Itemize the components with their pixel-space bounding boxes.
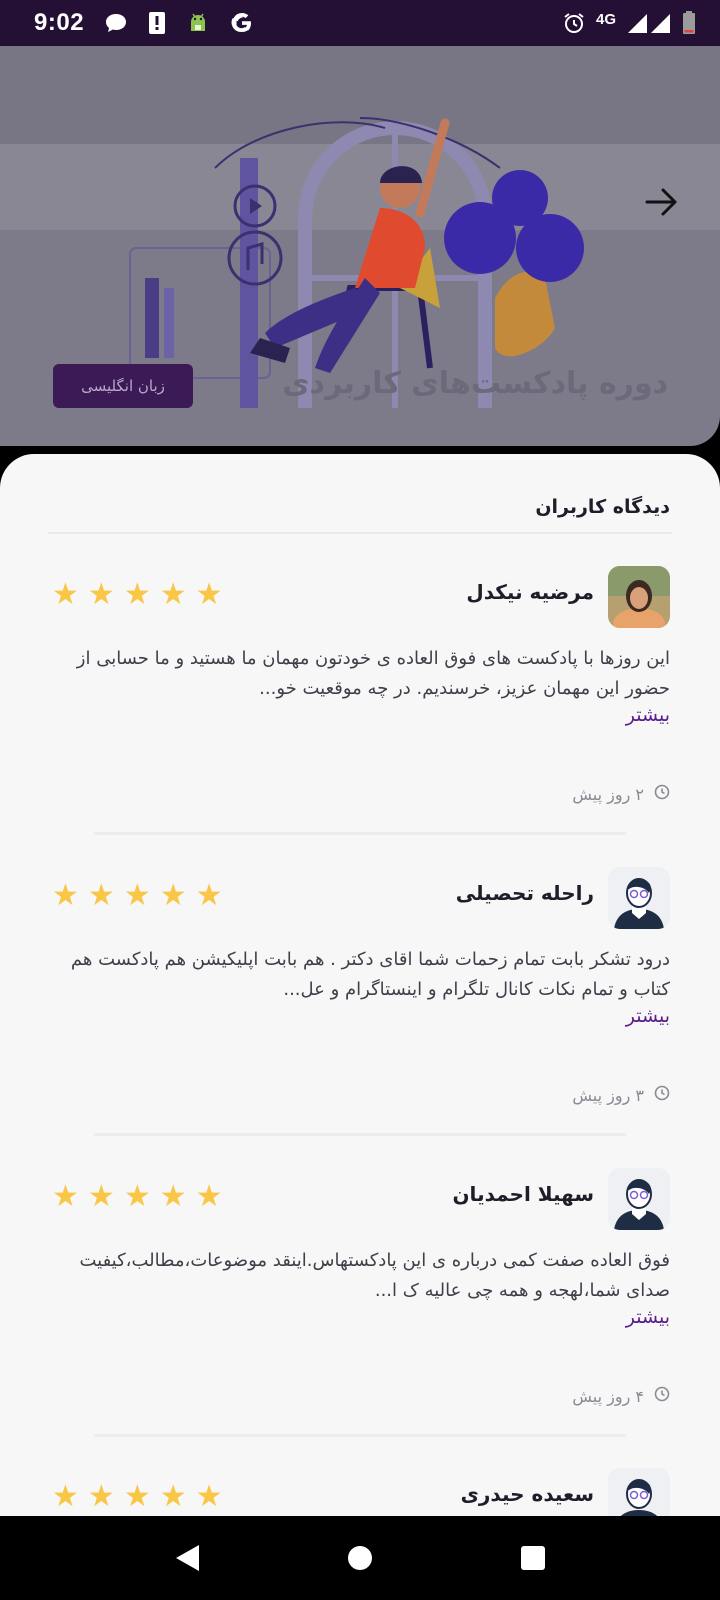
review-time-text: ۴ روز پیش (572, 1386, 644, 1406)
star-icon: ★ (159, 1479, 187, 1514)
star-icon: ★ (195, 878, 223, 913)
reviewer-name: سعیده حیدری (460, 1482, 594, 1506)
alarm-icon (562, 11, 586, 35)
course-banner: دوره پادکست‌های کاربردی زبان انگلیسی (0, 46, 720, 446)
rating-stars: ★ ★ ★ ★ ★ (52, 1182, 223, 1212)
clock-icon (654, 1386, 670, 1406)
home-circle-icon[interactable] (330, 1528, 390, 1588)
avatar (608, 867, 670, 929)
star-icon: ★ (123, 878, 151, 913)
arrow-right-icon[interactable] (642, 182, 682, 222)
status-bar: 9:02 4G (0, 0, 720, 46)
review-text: فوق العاده صفت کمی درباره ی این پادکستها… (79, 1250, 670, 1301)
review-divider (94, 1133, 626, 1136)
star-icon: ★ (87, 577, 115, 612)
signal-icon (626, 12, 672, 34)
read-more-link[interactable]: بیشتر (626, 1306, 670, 1328)
reviewer-name: راحله تحصیلی (455, 881, 594, 905)
star-icon: ★ (159, 577, 187, 612)
star-icon: ★ (52, 1479, 79, 1514)
star-icon: ★ (159, 878, 187, 913)
read-more-link[interactable]: بیشتر (626, 704, 670, 726)
star-icon: ★ (87, 1479, 115, 1514)
review-time-text: ۲ روز پیش (572, 784, 644, 804)
review-divider (94, 832, 626, 835)
network-type: 4G (595, 10, 616, 28)
avatar (608, 1468, 670, 1516)
reviewer-name: سهیلا احمدیان (452, 1182, 594, 1206)
rating-stars: ★ ★ ★ ★ ★ (52, 881, 223, 911)
star-icon: ★ (123, 577, 151, 612)
star-icon: ★ (159, 1179, 187, 1214)
star-icon: ★ (52, 878, 79, 913)
battery-icon (682, 11, 696, 35)
review-time: ۲ روز پیش (572, 784, 670, 804)
language-chip[interactable]: زبان انگلیسی (53, 364, 193, 408)
star-icon: ★ (123, 1179, 151, 1214)
review-divider (94, 1434, 626, 1437)
avatar (608, 1168, 670, 1230)
star-icon: ★ (195, 577, 223, 612)
review-time: ۴ روز پیش (572, 1386, 670, 1406)
review-time-text: ۳ روز پیش (572, 1085, 644, 1105)
star-icon: ★ (87, 1179, 115, 1214)
reviews-sheet[interactable]: دیدگاه کاربران مرضیه نیکدل ★ ★ ★ ★ ★ این… (0, 454, 720, 1516)
star-icon: ★ (52, 1179, 79, 1214)
back-triangle-icon[interactable] (157, 1528, 217, 1588)
star-icon: ★ (123, 1479, 151, 1514)
google-icon (230, 11, 254, 35)
reviewer-name: مرضیه نیکدل (466, 580, 594, 604)
clock-icon (654, 784, 670, 804)
recents-square-icon[interactable] (503, 1528, 563, 1588)
review-text: این روزها با پادکست های فوق العاده ی خود… (76, 648, 670, 699)
heading-divider (48, 532, 672, 534)
rating-stars: ★ ★ ★ ★ ★ (52, 580, 223, 610)
avatar (608, 566, 670, 628)
star-icon: ★ (195, 1179, 223, 1214)
review-time: ۳ روز پیش (572, 1085, 670, 1105)
android-debug-icon (186, 11, 210, 35)
clock-icon (654, 1085, 670, 1105)
star-icon: ★ (195, 1479, 223, 1514)
course-title: دوره پادکست‌های کاربردی (282, 366, 668, 401)
star-icon: ★ (87, 878, 115, 913)
review-text: درود تشکر بابت تمام زحمات شما اقای دکتر … (70, 949, 670, 1000)
message-bubble-icon (104, 12, 128, 34)
star-icon: ★ (52, 577, 79, 612)
rating-stars: ★ ★ ★ ★ ★ (52, 1482, 223, 1512)
read-more-link[interactable]: بیشتر (626, 1005, 670, 1027)
reviews-heading: دیدگاه کاربران (535, 496, 670, 518)
status-time: 9:02 (34, 9, 85, 36)
alert-icon (148, 11, 166, 35)
system-nav-bar (0, 1516, 720, 1600)
